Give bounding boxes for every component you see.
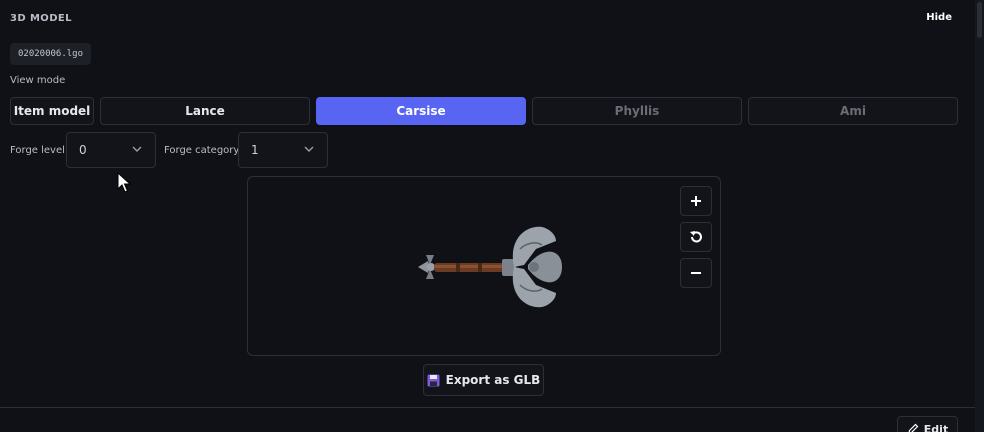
forge-level-value: 0 xyxy=(79,143,87,157)
hide-button[interactable]: Hide xyxy=(926,12,952,23)
view-mode-label: View mode xyxy=(10,75,66,86)
forge-category-value: 1 xyxy=(251,143,259,157)
export-glb-button[interactable]: Export as GLB xyxy=(423,364,544,396)
mouse-cursor-icon xyxy=(117,172,131,193)
reset-view-button[interactable] xyxy=(680,222,712,252)
view-mode-toggle-group: Item model Lance Carsise Phyllis Ami xyxy=(10,97,958,125)
floppy-disk-icon xyxy=(427,374,440,386)
view-mode-ami-button[interactable]: Ami xyxy=(748,97,958,125)
chevron-down-icon xyxy=(304,146,314,152)
model-panel: 3D MODEL Hide 02020006.lgo View mode Ite… xyxy=(0,0,984,432)
zoom-out-button[interactable] xyxy=(680,258,712,288)
export-glb-label: Export as GLB xyxy=(445,373,541,387)
minus-icon xyxy=(691,272,701,274)
chevron-down-icon xyxy=(132,146,142,152)
edit-label: Edit xyxy=(923,422,949,432)
forge-category-label: Forge category xyxy=(164,145,240,156)
model-viewer-canvas[interactable] xyxy=(247,176,721,356)
forge-category-select[interactable]: 1 xyxy=(238,132,328,168)
pencil-icon xyxy=(908,423,919,432)
scrollbar[interactable] xyxy=(975,0,984,432)
scrollbar-thumb[interactable] xyxy=(977,2,982,38)
forge-level-label: Forge level xyxy=(10,145,65,156)
plus-icon xyxy=(691,196,701,206)
forge-level-select[interactable]: 0 xyxy=(66,132,156,168)
section-divider xyxy=(0,407,975,408)
edit-button[interactable]: Edit xyxy=(897,416,958,432)
section-title: 3D MODEL xyxy=(10,13,72,24)
view-mode-item-model-button[interactable]: Item model xyxy=(10,97,94,125)
file-name-badge: 02020006.lgo xyxy=(10,43,92,65)
zoom-in-button[interactable] xyxy=(680,186,712,216)
double-bladed-axe-model[interactable] xyxy=(416,219,566,315)
view-mode-lance-button[interactable]: Lance xyxy=(100,97,310,125)
view-mode-carsise-button[interactable]: Carsise xyxy=(316,97,526,125)
view-mode-phyllis-button[interactable]: Phyllis xyxy=(532,97,742,125)
rotate-reset-icon xyxy=(690,231,702,243)
